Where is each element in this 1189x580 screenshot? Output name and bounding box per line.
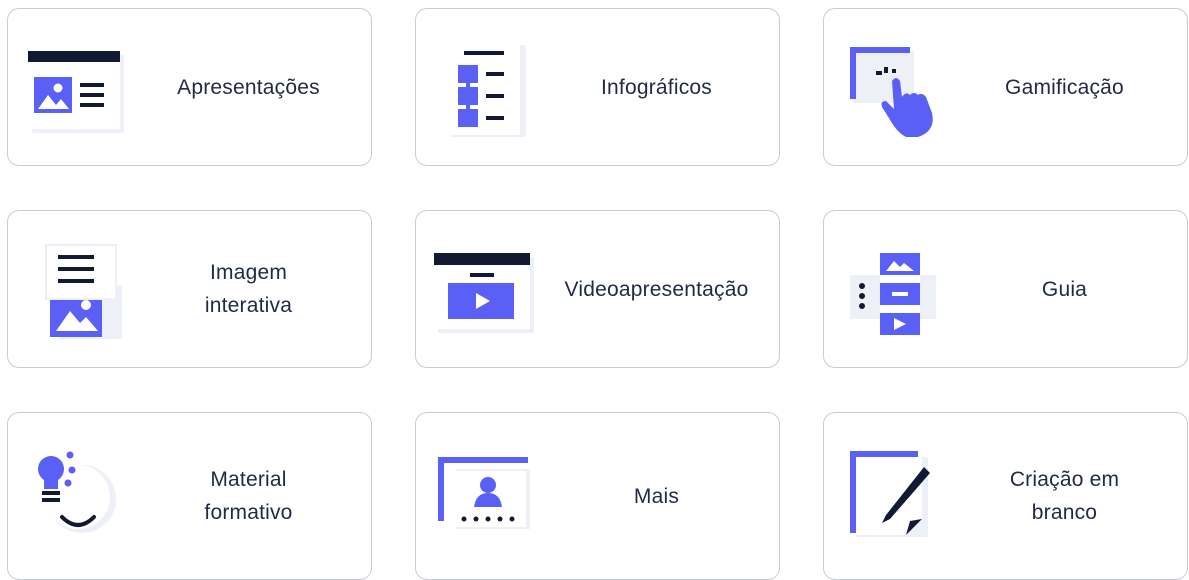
card-label: Gamificação <box>1005 75 1124 99</box>
training-material-icon <box>38 451 116 533</box>
video-presentation-icon <box>434 253 534 333</box>
presentation-icon <box>28 51 124 133</box>
card-infographics[interactable]: Infográficos <box>415 8 780 166</box>
card-label: Apresentações <box>177 75 320 99</box>
card-label: Imagem interativa <box>204 261 293 317</box>
card-blank-creation[interactable]: Criação em branco <box>823 412 1188 580</box>
content-type-grid: Apresentações Infográficos Gamificação I… <box>0 0 1189 580</box>
card-label: Mais <box>633 484 680 508</box>
card-training-material[interactable]: Material formativo <box>7 412 372 580</box>
blank-creation-icon <box>850 451 930 537</box>
card-interactive-image[interactable]: Imagem interativa <box>7 210 372 368</box>
card-label: Criação em branco <box>1009 468 1120 524</box>
guide-icon <box>850 249 936 335</box>
card-gamification[interactable]: Gamificação <box>823 8 1188 166</box>
card-presentations[interactable]: Apresentações <box>7 8 372 166</box>
card-guide[interactable]: Guia <box>823 210 1188 368</box>
gamification-icon <box>850 47 933 137</box>
interactive-image-icon <box>45 244 122 339</box>
infographic-icon <box>446 41 526 137</box>
card-label: Guia <box>1041 277 1088 301</box>
more-icon <box>438 457 530 529</box>
card-label: Videoapresentação <box>564 277 749 301</box>
card-more[interactable]: Mais <box>415 412 780 580</box>
card-video-presentation[interactable]: Videoapresentação <box>415 210 780 368</box>
card-label: Material formativo <box>204 468 293 524</box>
card-label: Infográficos <box>601 75 712 99</box>
